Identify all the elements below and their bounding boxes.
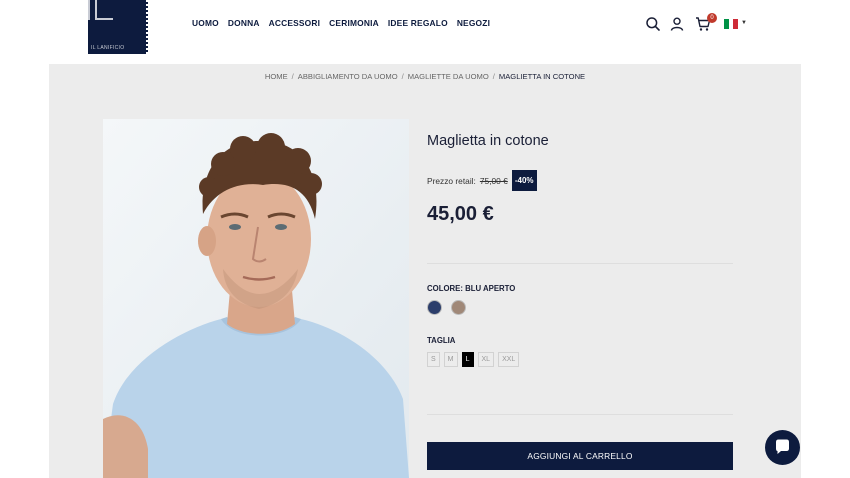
breadcrumb-separator: / [291, 72, 294, 81]
discount-badge: -40% [511, 170, 537, 191]
main-nav: UOMO DONNA ACCESSORI CERIMONIA IDEE REGA… [192, 18, 490, 28]
retail-price-label: Prezzo retail: [427, 175, 476, 186]
search-icon[interactable] [645, 16, 661, 32]
breadcrumb-separator: / [401, 72, 404, 81]
size-option-xxl[interactable]: XXL [498, 352, 520, 367]
divider [427, 414, 733, 415]
user-icon[interactable] [669, 16, 685, 32]
add-to-cart-button[interactable]: AGGIUNGI AL CARRELLO [427, 442, 733, 470]
cart-count-badge: 0 [707, 13, 717, 23]
nav-item-idee-regalo[interactable]: IDEE REGALO [388, 18, 448, 28]
breadcrumb-current: MAGLIETTA IN COTONE [498, 72, 586, 81]
nav-item-donna[interactable]: DONNA [228, 18, 260, 28]
size-selector: S M L XL XXL [427, 352, 520, 367]
italy-flag-icon[interactable] [724, 19, 739, 29]
breadcrumb-separator: / [492, 72, 495, 81]
divider [427, 263, 733, 264]
site-header: IL LANIFICIO UOMO DONNA ACCESSORI CERIMO… [0, 0, 850, 64]
breadcrumb-magliette-uomo[interactable]: MAGLIETTE DA UOMO [408, 72, 489, 81]
breadcrumb-abbigliamento-uomo[interactable]: ABBIGLIAMENTO DA UOMO [298, 72, 398, 81]
product-price: 45,00 € [427, 203, 494, 225]
breadcrumb: HOME / ABBIGLIAMENTO DA UOMO / MAGLIETTE DA … [49, 72, 801, 81]
nav-item-cerimonia[interactable]: CERIMONIA [329, 18, 379, 28]
nav-item-negozi[interactable]: NEGOZI [457, 18, 490, 28]
chat-button[interactable] [765, 430, 800, 465]
chevron-down-icon[interactable]: ▼ [741, 20, 747, 26]
breadcrumb-home[interactable]: HOME [265, 72, 288, 81]
color-label: COLORE: BLU APERTO [427, 284, 516, 293]
nav-item-accessori[interactable]: ACCESSORI [269, 18, 321, 28]
color-swatch-taupe[interactable] [451, 300, 466, 315]
color-swatch-blue[interactable] [427, 300, 442, 315]
size-option-m[interactable]: M [443, 352, 458, 367]
product-image[interactable] [103, 119, 409, 478]
size-option-l[interactable]: L [461, 352, 474, 367]
logo-text: IL LANIFICIO [91, 45, 125, 51]
product-panel: HOME / ABBIGLIAMENTO DA UOMO / MAGLIETTE DA … [49, 64, 801, 478]
retail-price-old: 75,00 € [479, 175, 508, 186]
size-option-s[interactable]: S [427, 352, 440, 367]
logo-mark-icon [88, 0, 114, 22]
brand-logo[interactable]: IL LANIFICIO [88, 0, 148, 54]
chat-bubble-icon [776, 439, 789, 454]
nav-item-uomo[interactable]: UOMO [192, 18, 219, 28]
product-photo-illustration [103, 119, 409, 478]
retail-price-row: Prezzo retail: 75,00 € -40% [427, 170, 537, 191]
size-option-xl[interactable]: XL [477, 352, 495, 367]
product-title: Maglietta in cotone [427, 133, 549, 149]
size-label: TAGLIA [427, 336, 456, 345]
